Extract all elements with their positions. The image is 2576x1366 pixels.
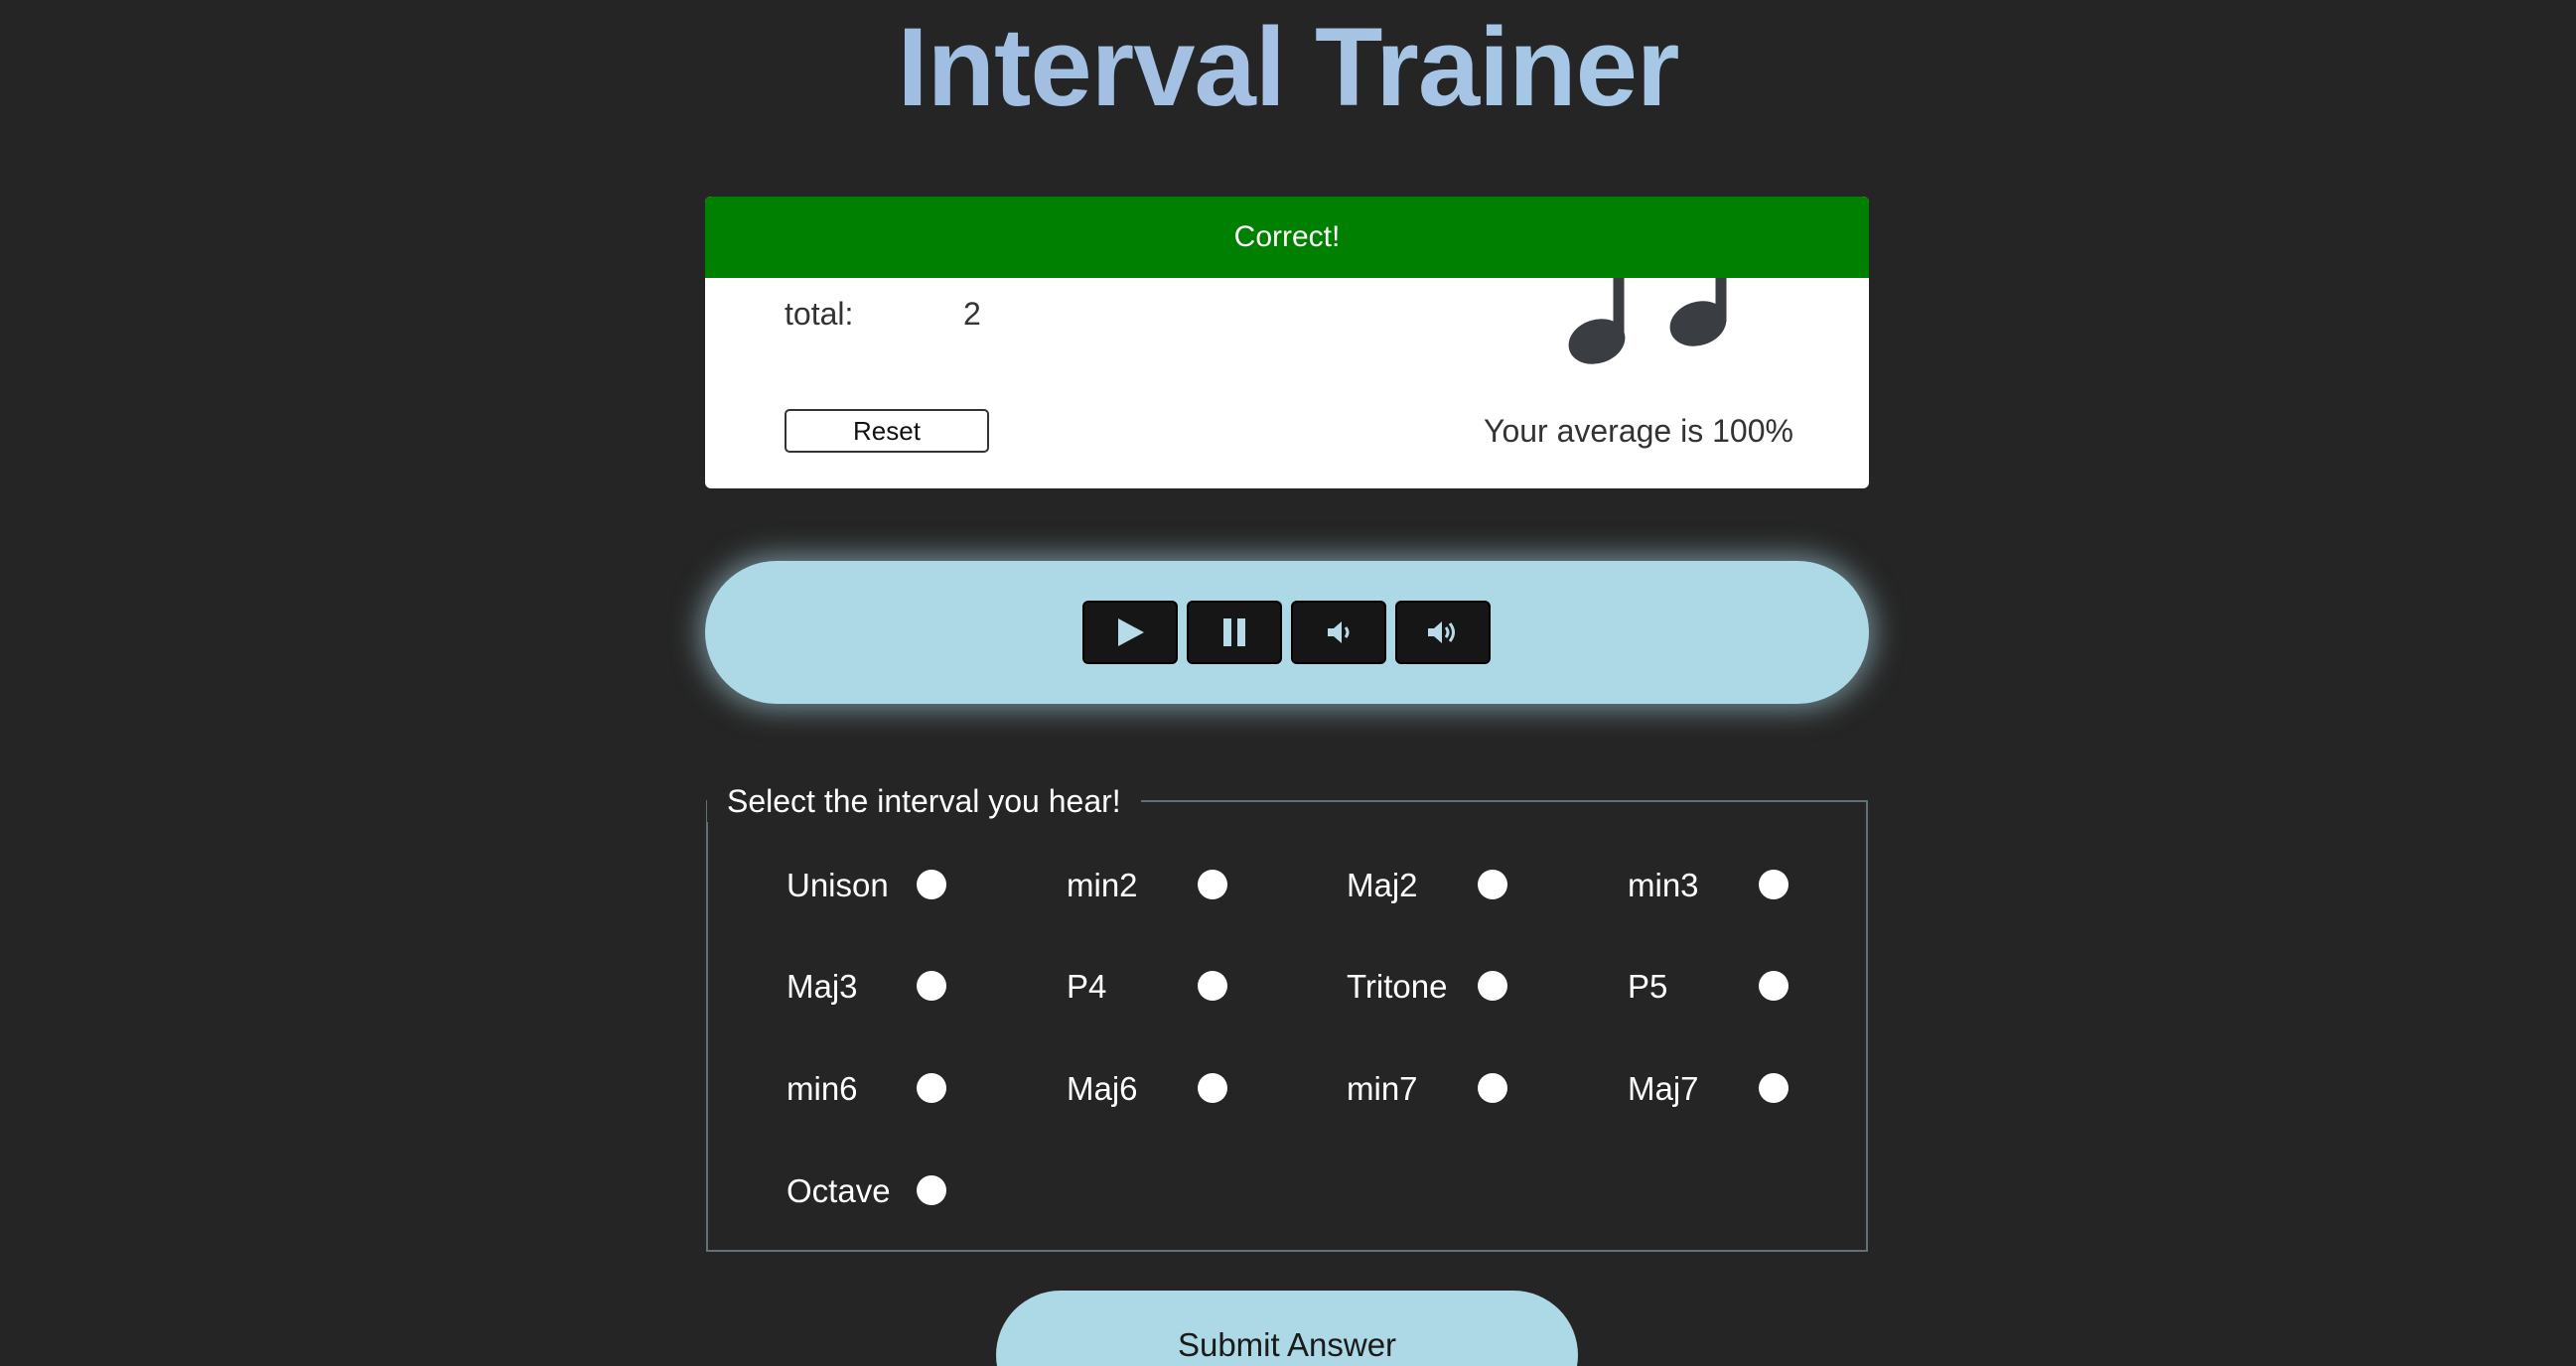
play-icon [1118,618,1144,646]
volume-low-icon [1328,621,1350,643]
feedback-banner: Correct! [705,197,1869,278]
option-label-octave: Octave [787,1172,891,1209]
radio-maj6[interactable] [1198,1073,1227,1103]
volume-down-button[interactable] [1291,601,1386,664]
radio-p4[interactable] [1198,971,1227,1001]
total-value: 2 [963,296,981,332]
radio-maj2[interactable] [1478,870,1507,899]
option-label-p5: P5 [1628,968,1668,1005]
average-text: Your average is 100% [1484,413,1793,449]
submit-answer-button[interactable]: Submit Answer [996,1291,1578,1366]
total-label: total: [785,296,854,332]
option-label-min6: min6 [787,1070,858,1107]
audio-player [705,561,1869,704]
radio-min2[interactable] [1198,870,1227,899]
option-label-min7: min7 [1347,1070,1418,1107]
radio-p5[interactable] [1759,971,1789,1001]
option-label-p4: P4 [1067,968,1107,1005]
radio-maj7[interactable] [1759,1073,1789,1103]
pause-icon [1223,618,1245,646]
score-card: Correct! total: 2 Reset Your average is … [705,197,1869,488]
radio-tritone[interactable] [1478,971,1507,1001]
radio-min3[interactable] [1759,870,1789,899]
option-label-maj2: Maj2 [1347,867,1418,903]
interval-legend: Select the interval you hear! [707,780,1141,822]
play-button[interactable] [1082,601,1178,664]
option-label-maj7: Maj7 [1628,1070,1699,1107]
option-label-min2: min2 [1067,867,1138,903]
option-label-maj6: Maj6 [1067,1070,1138,1107]
radio-unison[interactable] [917,870,946,899]
option-label-min3: min3 [1628,867,1699,903]
option-label-maj3: Maj3 [787,968,858,1005]
pause-button[interactable] [1187,601,1282,664]
radio-min7[interactable] [1478,1073,1507,1103]
radio-maj3[interactable] [917,971,946,1001]
radio-octave[interactable] [917,1175,946,1205]
option-label-unison: Unison [787,867,889,903]
radio-min6[interactable] [917,1073,946,1103]
option-label-tritone: Tritone [1347,968,1448,1005]
page-title: Interval Trainer [0,0,2576,135]
volume-high-icon [1428,621,1455,643]
page: Interval Trainer Correct! total: 2 Reset… [0,0,2576,1366]
submit-answer-label: Submit Answer [1177,1326,1397,1363]
volume-up-button[interactable] [1395,601,1491,664]
reset-button[interactable]: Reset [785,409,989,453]
